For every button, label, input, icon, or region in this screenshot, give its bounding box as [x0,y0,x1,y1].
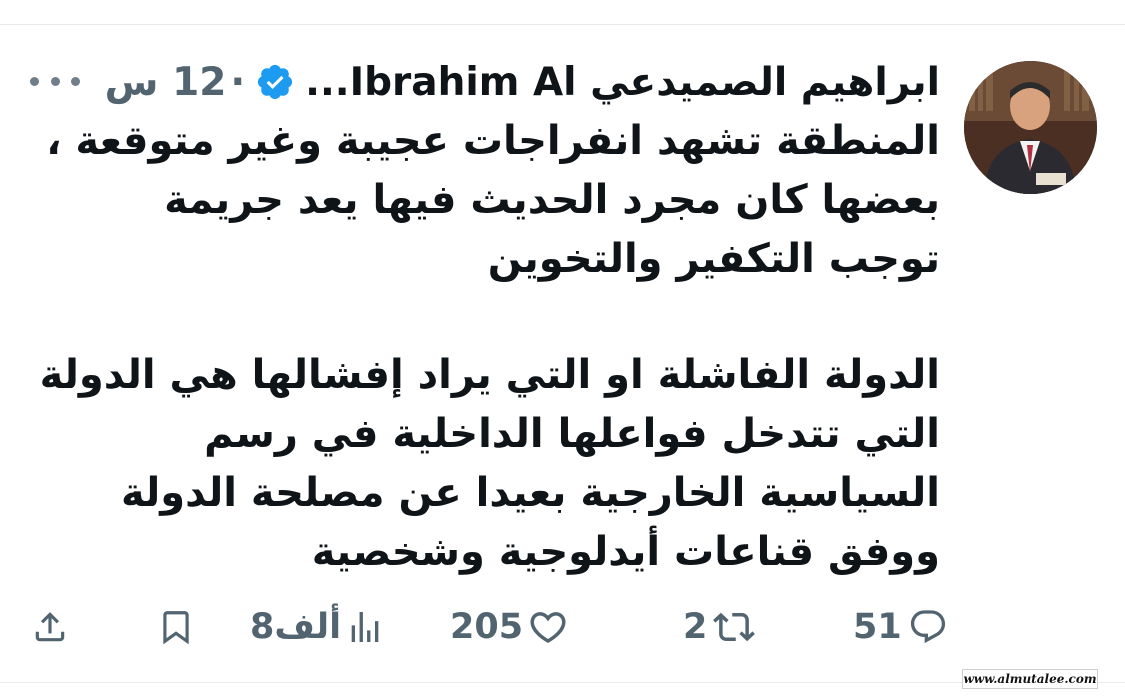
retweet-button[interactable]: 2 [683,600,756,654]
tweet-time[interactable]: 12 س [105,60,227,105]
author-avatar[interactable] [964,61,1097,194]
tweet-header: ابراهيم الصميدعي Ibrahim Al... · 12 س [105,56,940,108]
views-count: 8ألف [250,607,342,647]
share-button[interactable] [31,600,69,654]
separator-dot: · [230,59,246,105]
reply-count: 51 [853,607,902,647]
heart-icon [530,612,566,644]
top-divider [0,24,1125,25]
retweet-icon [713,612,756,642]
action-bar: 51 2 205 8ألف [0,600,1125,654]
tweet-line: ووفق قناعات أيدلوجية وشخصية [311,529,940,575]
share-icon [35,612,65,642]
tweet-line: المنطقة تشهد انفراجات عجيبة وغير متوقعة … [46,118,940,164]
tweet-line: بعضها كان مجرد الحديث فيها يعد جريمة [164,177,940,223]
reply-button[interactable]: 51 [853,600,948,654]
reply-icon [910,610,945,644]
bookmark-button[interactable] [157,600,195,654]
views-chart-icon [351,612,379,642]
tweet-text: المنطقة تشهد انفراجات عجيبة وغير متوقعة … [39,112,940,582]
tweet-line: السياسية الخارجية بعيدا عن مصلحة الدولة [121,470,940,516]
like-count: 205 [450,607,524,647]
avatar-photo [964,61,1097,194]
watermark: www.almutalee.com [962,669,1098,689]
more-options-icon[interactable] [30,62,80,100]
author-name[interactable]: ابراهيم الصميدعي Ibrahim Al... [305,60,940,105]
tweet-line: التي تتدخل فواعلها الداخلية في رسم [204,411,940,457]
tweet-line: توجب التكفير والتخوين [487,236,940,282]
retweet-count: 2 [683,607,708,647]
views-button[interactable]: 8ألف [250,600,385,654]
bottom-divider [0,682,1125,683]
tweet-line: الدولة الفاشلة او التي يراد إفشالها هي ا… [39,352,940,398]
like-button[interactable]: 205 [450,600,569,654]
verified-badge-icon [255,62,295,102]
bookmark-icon [163,611,189,645]
